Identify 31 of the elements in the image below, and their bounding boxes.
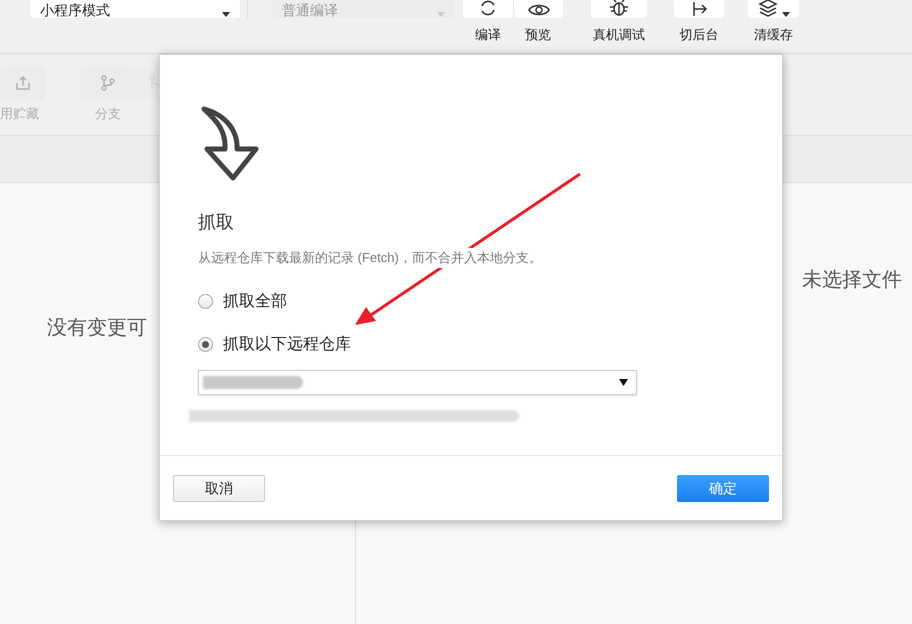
option-label[interactable]: 抓取以下远程仓库 [223, 332, 351, 356]
branch-icon [100, 75, 116, 91]
toolbar-label: 预览 [525, 26, 551, 44]
caret-icon [222, 12, 230, 17]
git-toolbar-label: 用贮藏 [0, 105, 39, 123]
cancel-button[interactable]: 取消 [173, 474, 265, 502]
bug-icon [609, 0, 629, 17]
toolbar-label: 切后台 [680, 26, 718, 44]
mode-select[interactable]: 小程序模式 [30, 0, 240, 18]
compile-toolbar-button[interactable] [463, 0, 513, 18]
eye-icon [528, 3, 550, 17]
empty-message: 未选择文件 [802, 268, 902, 293]
empty-message: 没有变更可 [47, 317, 147, 339]
preview-toolbar-button[interactable] [513, 0, 563, 18]
dialog-title: 抓取 [198, 211, 235, 234]
upload-icon [15, 75, 31, 91]
caret-icon [619, 378, 628, 386]
refresh-icon [479, 0, 497, 17]
toolbar-label: 真机调试 [593, 26, 645, 44]
caret-icon [782, 12, 790, 17]
debug-toolbar-button[interactable] [591, 0, 647, 18]
radio-button[interactable] [198, 294, 213, 309]
option-label[interactable]: 抓取全部 [223, 290, 287, 314]
toolbar-label: 清缓存 [754, 26, 793, 44]
caret-icon [437, 12, 445, 17]
toolbar-label: 编译 [475, 26, 501, 44]
layers-icon [758, 0, 778, 17]
radio-button[interactable] [198, 337, 213, 352]
cache-toolbar-button[interactable] [748, 0, 799, 18]
git-toolbar-label: 分支 [95, 105, 121, 123]
background-toolbar-button[interactable] [674, 0, 724, 18]
